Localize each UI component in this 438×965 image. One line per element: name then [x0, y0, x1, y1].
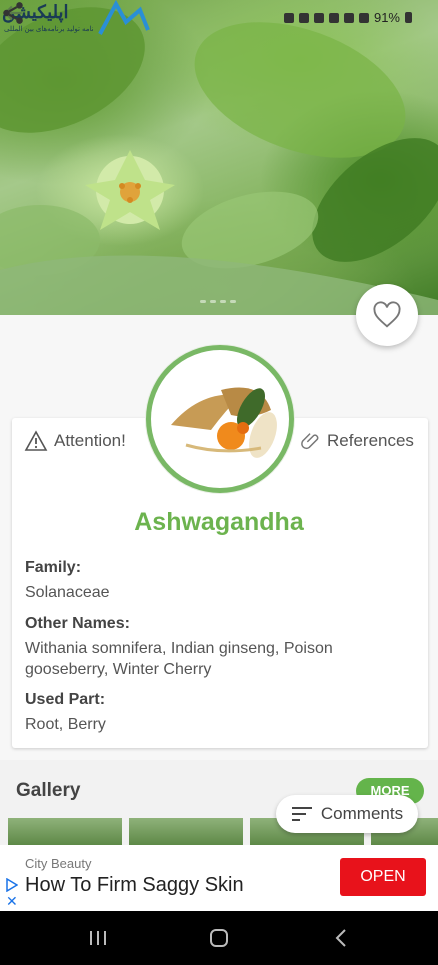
pager-dot — [210, 300, 216, 303]
battery-icon — [405, 12, 412, 23]
ad-close-icon[interactable]: ✕ — [6, 893, 18, 910]
wifi-icon — [343, 12, 354, 23]
plant-name: Ashwagandha — [134, 508, 304, 536]
watermark-emblem — [98, 0, 150, 35]
attention-button[interactable]: Attention! — [24, 430, 126, 452]
used-part-value: Root, Berry — [25, 716, 106, 733]
warning-triangle-icon — [24, 430, 48, 451]
used-part-label: Used Part: — [25, 691, 106, 708]
nav-back-icon[interactable] — [331, 927, 353, 949]
battery-text: 91% — [373, 10, 400, 25]
pager-dot — [230, 300, 236, 303]
bluetooth-icon — [328, 12, 339, 23]
family-value: Solanaceae — [25, 584, 110, 601]
references-label: References — [327, 431, 414, 450]
plant-avatar — [146, 345, 294, 493]
pager-dot — [220, 300, 226, 303]
sort-lines-icon — [291, 807, 312, 821]
ad-brand: City Beauty — [25, 856, 92, 871]
watermark-subtext: نامه تولید برنامه‌های بین المللی — [4, 26, 94, 33]
vibrate-icon — [313, 12, 324, 23]
other-names-value: Withania somnifera, Indian ginseng, Pois… — [25, 640, 333, 678]
key-icon — [283, 12, 294, 23]
paperclip-icon — [301, 433, 319, 450]
sim-icon — [298, 12, 309, 23]
family-label: Family: — [25, 559, 82, 576]
hero-image: اپلیکیشن نامه تولید برنامه‌های بین الملل… — [0, 0, 438, 315]
home-icon[interactable] — [208, 927, 230, 949]
share-icon[interactable] — [0, 0, 26, 26]
favorite-button[interactable] — [356, 284, 418, 346]
gallery-title: Gallery — [16, 780, 81, 801]
image-pager-dots — [200, 300, 236, 303]
comments-button[interactable]: Comments — [276, 795, 418, 833]
ashwagandha-image — [171, 387, 277, 458]
comments-label: Comments — [320, 804, 404, 823]
ad-headline[interactable]: How To Firm Saggy Skin — [25, 874, 244, 897]
attention-label: Attention! — [54, 431, 126, 450]
ad-open-button[interactable]: OPEN — [340, 858, 426, 896]
signal-icon — [358, 12, 369, 23]
heart-icon — [373, 301, 401, 328]
plant-photo — [0, 7, 438, 315]
recent-apps-icon[interactable] — [87, 927, 109, 949]
gallery-thumbnail[interactable] — [129, 818, 243, 846]
references-button[interactable]: References — [300, 430, 414, 452]
status-bar: 91% — [283, 10, 412, 25]
gallery-thumbnail[interactable] — [8, 818, 122, 846]
pager-dot — [200, 300, 206, 303]
other-names-label: Other Names: — [25, 615, 130, 632]
ad-choices-icon[interactable] — [6, 878, 18, 892]
